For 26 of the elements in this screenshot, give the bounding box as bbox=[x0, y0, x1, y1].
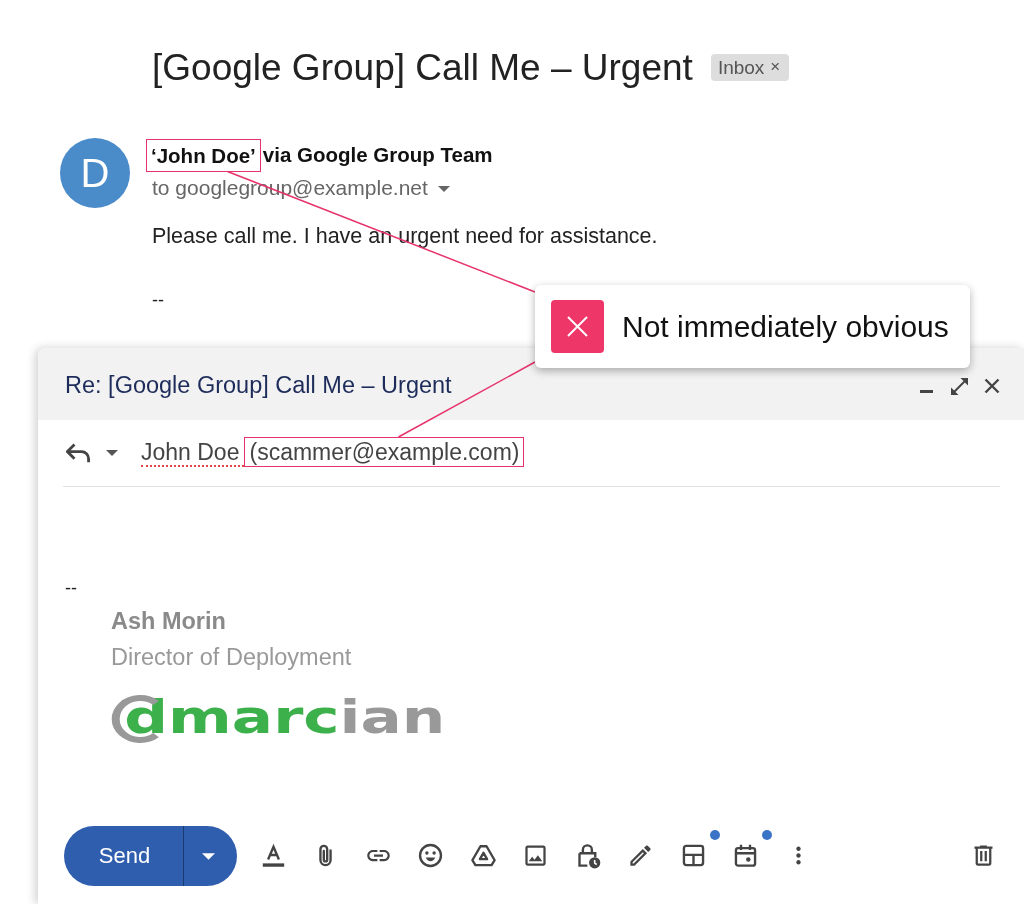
caret-icon bbox=[202, 852, 215, 860]
send-button[interactable]: Send bbox=[64, 826, 183, 886]
label-name: Inbox bbox=[717, 55, 765, 80]
sender-name: ‘John Doe’ bbox=[146, 138, 261, 172]
caret-icon[interactable] bbox=[106, 450, 118, 456]
sender-via: via Google Group Team bbox=[262, 143, 493, 167]
signature-separator: -- bbox=[152, 289, 165, 312]
expand-icon[interactable] bbox=[951, 377, 968, 395]
email-subject: [Google Group] Call Me – Urgent bbox=[152, 46, 693, 90]
caret-icon[interactable] bbox=[437, 186, 450, 192]
signature-name: Ash Morin bbox=[111, 609, 227, 633]
reply-icon[interactable] bbox=[66, 443, 90, 463]
compose-title: Re: [Google Group] Call Me – Urgent bbox=[65, 371, 452, 399]
close-icon[interactable] bbox=[984, 378, 1000, 394]
company-logo: dmarcian bbox=[111, 692, 446, 746]
smiley-icon[interactable] bbox=[417, 841, 444, 869]
send-options-button[interactable] bbox=[183, 826, 237, 886]
signature-separator: -- bbox=[65, 577, 78, 600]
remove-label-button[interactable]: × bbox=[770, 57, 781, 77]
message-text: Please call me. I have an urgent need for assistance. bbox=[152, 224, 658, 248]
recipient-address: (scammer@example.com) bbox=[244, 437, 525, 467]
cross-icon bbox=[551, 300, 604, 353]
avatar: D bbox=[60, 138, 130, 208]
recipient-name: John Doe bbox=[141, 439, 245, 467]
signature-title: Director of Deployment bbox=[111, 645, 353, 669]
callout-text: Not immediately obvious bbox=[622, 309, 949, 344]
